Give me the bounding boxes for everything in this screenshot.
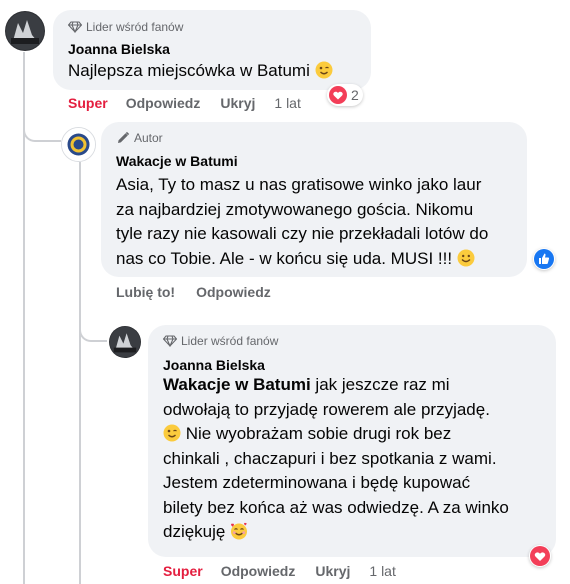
comment-author[interactable]: Joanna Bielska <box>68 41 170 57</box>
reaction-summary[interactable]: 2 <box>327 84 363 106</box>
comment-actions: Super Odpowiedz Ukryj 1 lat <box>68 95 301 111</box>
badge-label: Lider wśród fanów <box>181 334 279 348</box>
winking-face-icon <box>163 424 181 442</box>
reaction-summary[interactable] <box>533 248 555 270</box>
comment-text: Asia, Ty to masz u nas gratisowe winko j… <box>116 173 521 271</box>
fan-badge: Lider wśród fanów <box>68 20 183 34</box>
avatar-joanna-bielska[interactable] <box>109 326 141 358</box>
super-button[interactable]: Super <box>163 563 203 579</box>
avatar-joanna-bielska[interactable] <box>5 11 45 51</box>
super-button[interactable]: Super <box>68 95 108 111</box>
thread-line-reply-1 <box>79 162 81 584</box>
comment-text-line: Asia, Ty to masz u nas gratisowe winko j… <box>116 175 482 194</box>
reaction-summary[interactable] <box>529 545 551 567</box>
smiling-face-icon <box>457 249 475 266</box>
comment-text: Wakacje w Batumi jak jeszcze raz mi odwo… <box>163 373 553 545</box>
thread-elbow-reply-1 <box>23 105 61 142</box>
comment-timestamp[interactable]: 1 lat <box>274 95 300 111</box>
badge-label: Autor <box>134 131 163 145</box>
author-badge: Autor <box>116 131 163 145</box>
winking-face-icon <box>315 61 333 79</box>
comment-text-line: dziękuję <box>163 522 226 541</box>
comment-author[interactable]: Joanna Bielska <box>163 357 265 373</box>
smiling-face-with-hearts-icon <box>231 522 248 540</box>
comment-text: Najlepsza miejscówka w Batumi <box>68 59 333 84</box>
reply-button[interactable]: Odpowiedz <box>126 95 201 111</box>
comment-timestamp[interactable]: 1 lat <box>369 563 395 579</box>
comment-text-line: odwołają to przyjadę rowerem ale przyjad… <box>163 399 490 419</box>
heart-icon <box>329 86 347 104</box>
hide-button[interactable]: Ukryj <box>315 563 350 579</box>
mention-link[interactable]: Wakacje w Batumi <box>163 375 311 394</box>
pencil-icon <box>118 131 130 143</box>
reply-button[interactable]: Odpowiedz <box>221 563 296 579</box>
comment-author[interactable]: Wakacje w Batumi <box>116 153 238 169</box>
thumbs-up-icon <box>534 249 554 269</box>
comment-text-body: Najlepsza miejscówka w Batumi <box>68 61 310 80</box>
comment-actions: Super Odpowiedz Ukryj 1 lat <box>163 563 396 579</box>
reaction-count: 2 <box>351 87 359 103</box>
heart-icon <box>530 546 550 566</box>
comment-actions: Lubię to! Odpowiedz <box>116 284 271 300</box>
reply-button[interactable]: Odpowiedz <box>196 284 271 300</box>
comment-text-line: jak jeszcze raz mi <box>310 375 450 394</box>
comment-text-line: chinkali , chaczapuri i bez spotkania z … <box>163 448 497 468</box>
diamond-icon <box>68 21 82 33</box>
badge-label: Lider wśród fanów <box>86 20 184 34</box>
comment-text-line: nas co Tobie. Ale - w końcu się uda. MUS… <box>116 248 453 268</box>
comment-text-line: za najbardziej zmotywowanego gościa. Nik… <box>116 199 474 219</box>
thread-elbow-reply-2 <box>79 300 107 342</box>
fan-badge: Lider wśród fanów <box>163 334 278 348</box>
like-button[interactable]: Lubię to! <box>116 284 175 300</box>
comment-text-line: bilety bez końca aż was odwiedzę. A za w… <box>163 497 509 517</box>
comment-text-line: Nie wyobrażam sobie drugi rok bez <box>181 424 452 443</box>
comment-text-line: tyle razy nie kasowali czy nie przekłada… <box>116 224 489 243</box>
diamond-icon <box>163 335 177 347</box>
hide-button[interactable]: Ukryj <box>220 95 255 111</box>
avatar-wakacje-w-batumi[interactable] <box>61 127 96 162</box>
comment-text-line: Jestem zdeterminowana i będę kupować <box>163 473 471 492</box>
